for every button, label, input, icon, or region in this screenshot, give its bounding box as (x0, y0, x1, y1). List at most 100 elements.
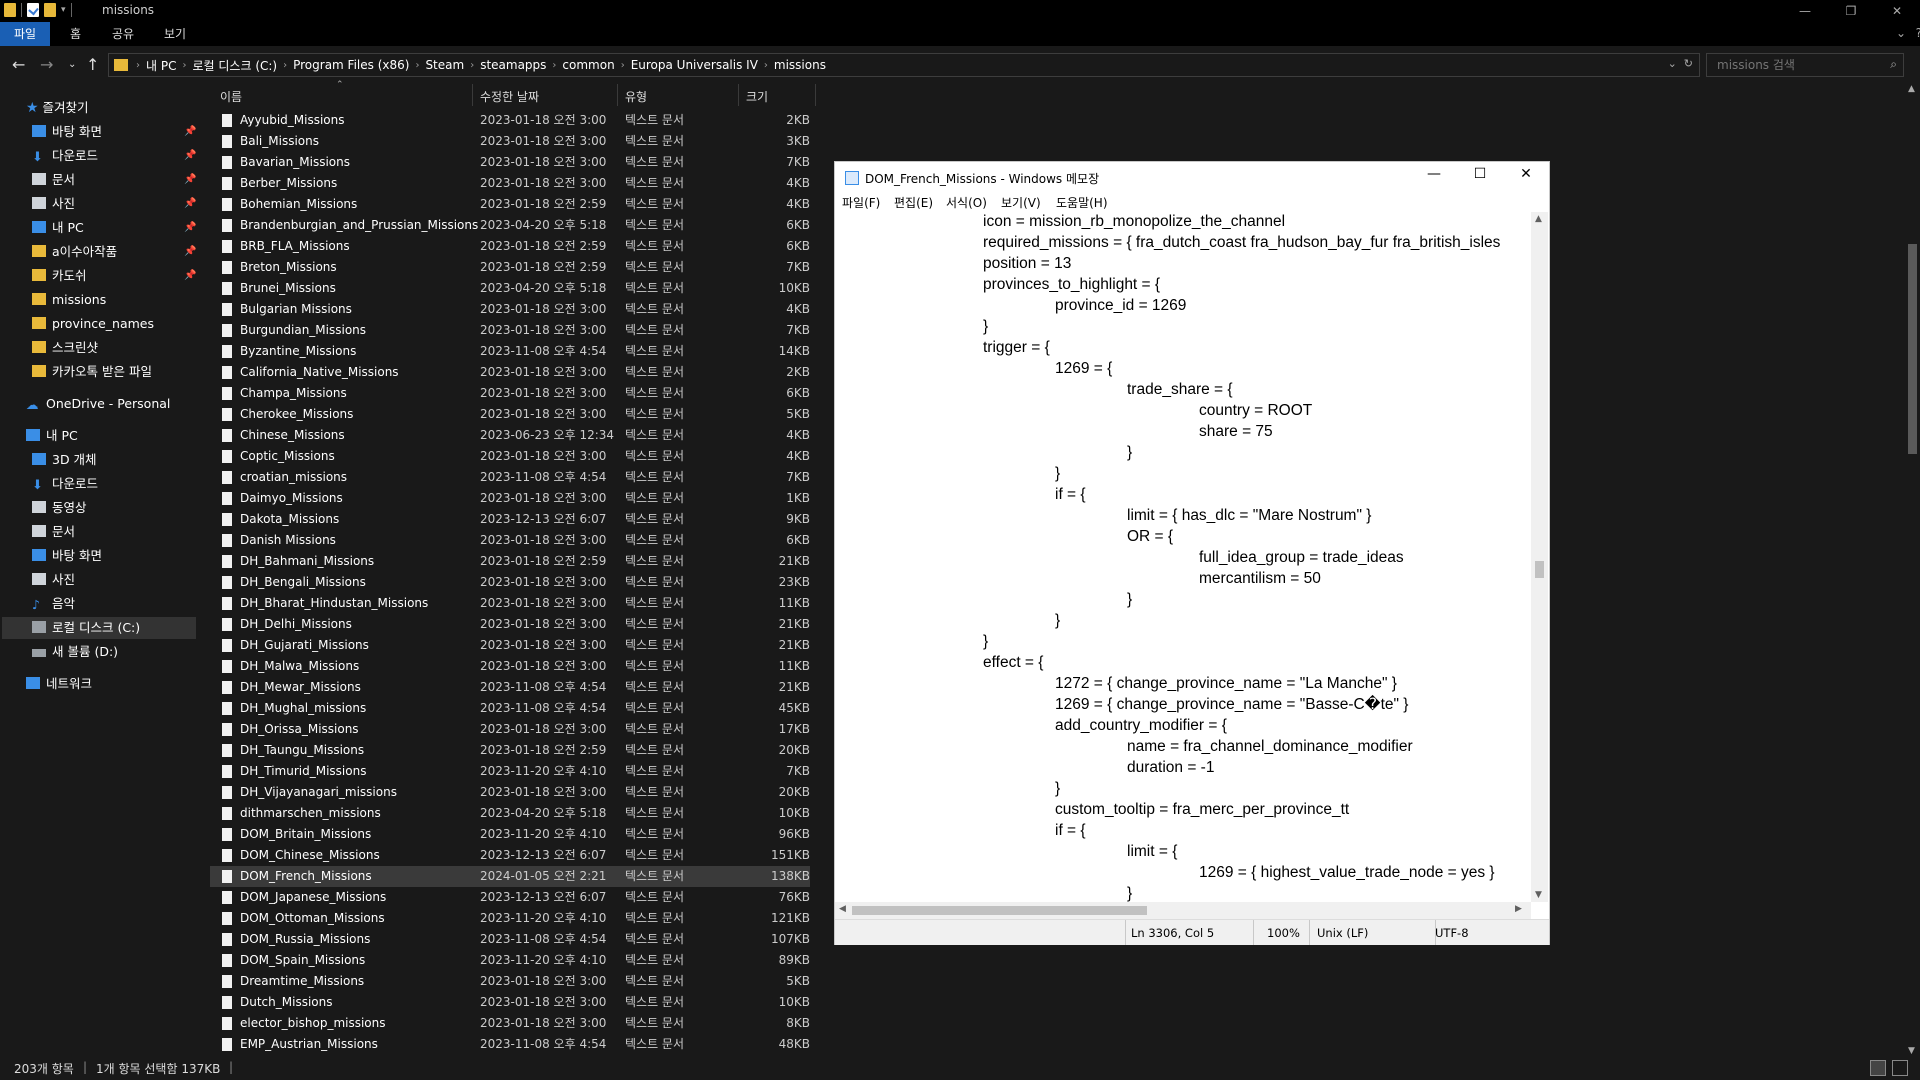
maximize-icon[interactable]: ☐ (1457, 166, 1503, 188)
menu-format[interactable]: 서식(O) (946, 194, 987, 211)
back-icon[interactable]: ← (12, 55, 25, 74)
file-row[interactable]: Chinese_Missions 2023-06-23 오후 12:34 텍스트 문… (210, 425, 810, 446)
sidebar-item-kakaotalk[interactable]: 카카오톡 받은 파일 (32, 361, 152, 383)
file-row[interactable]: Berber_Missions 2023-01-18 오전 3:00 텍스트 문서 4… (210, 173, 810, 194)
file-row[interactable]: California_Native_Missions 2023-01-18 오전 … (210, 362, 810, 383)
sidebar-item-documents[interactable]: 문서 📌 (32, 169, 196, 191)
sidebar-item-kadosh[interactable]: 카도쉬 📌 (32, 265, 196, 287)
file-row[interactable]: Bohemian_Missions 2023-01-18 오전 2:59 텍스트 문… (210, 194, 810, 215)
breadcrumb-this-pc[interactable]: 내 PC (142, 57, 180, 74)
file-row[interactable]: DH_Vijayanagari_missions 2023-01-18 오전 3:… (210, 782, 810, 803)
search-box[interactable]: ⌕ (1706, 53, 1904, 77)
file-row[interactable]: DH_Bharat_Hindustan_Missions 2023-01-18 오… (210, 593, 810, 614)
large-icons-view-icon[interactable] (1892, 1060, 1908, 1076)
breadcrumb-steam[interactable]: Steam (421, 58, 468, 72)
file-row[interactable]: Burgundian_Missions 2023-01-18 오전 3:00 텍스트… (210, 320, 810, 341)
file-row[interactable]: DOM_Chinese_Missions 2023-12-13 오전 6:07 텍스… (210, 845, 810, 866)
sidebar-item-this-pc-quick[interactable]: 내 PC 📌 (32, 217, 196, 239)
sidebar-item-province-names[interactable]: province_names (32, 313, 154, 335)
file-row[interactable]: DH_Mughal_missions 2023-11-08 오후 4:54 텍스트 … (210, 698, 810, 719)
file-row[interactable]: Dakota_Missions 2023-12-13 오전 6:07 텍스트 문서 9… (210, 509, 810, 530)
sidebar-item-videos[interactable]: 동영상 (32, 497, 87, 519)
breadcrumb-program-files[interactable]: Program Files (x86) (289, 58, 413, 72)
file-row[interactable]: Champa_Missions 2023-01-18 오전 3:00 텍스트 문서 6… (210, 383, 810, 404)
sidebar-item-3d-objects[interactable]: 3D 개체 (32, 449, 97, 471)
sidebar-item-new-volume[interactable]: 새 볼륨 (D:) (32, 641, 118, 663)
sidebar-item-pc-desktop[interactable]: 바탕 화면 (32, 545, 102, 567)
file-row[interactable]: DH_Delhi_Missions 2023-01-18 오전 3:00 텍스트 문… (210, 614, 810, 635)
breadcrumb-eu4[interactable]: Europa Universalis IV (627, 58, 762, 72)
address-bar[interactable]: › 내 PC › 로컬 디스크 (C:) › Program Files (x86)… (108, 53, 1700, 77)
recent-locations-icon[interactable]: ⌄ (68, 59, 76, 70)
help-icon[interactable]: ? (1916, 26, 1920, 40)
sidebar-item-missions[interactable]: missions (32, 289, 106, 311)
file-row[interactable]: DOM_Russia_Missions 2023-11-08 오후 4:54 텍스트… (210, 929, 810, 950)
file-row[interactable]: DH_Taungu_Missions 2023-01-18 오전 2:59 텍스트 … (210, 740, 810, 761)
file-row[interactable]: DOM_Japanese_Missions 2023-12-13 오전 6:07 텍… (210, 887, 810, 908)
tab-view[interactable]: 보기 (150, 22, 200, 46)
sidebar-item-pc-pictures[interactable]: 사진 (32, 569, 75, 591)
menu-file[interactable]: 파일(F) (842, 194, 880, 211)
sidebar-item-screenshots[interactable]: 스크린샷 (32, 337, 98, 359)
breadcrumb-missions[interactable]: missions (770, 58, 830, 72)
sidebar-onedrive[interactable]: ☁ OneDrive - Personal (26, 393, 170, 415)
file-row[interactable]: Daimyo_Missions 2023-01-18 오전 3:00 텍스트 문서 1… (210, 488, 810, 509)
file-row[interactable]: Brunei_Missions 2023-04-20 오후 5:18 텍스트 문서 1… (210, 278, 810, 299)
restore-icon[interactable]: ❐ (1828, 0, 1874, 22)
address-dropdown-icon[interactable]: ⌄ ↻ (1668, 57, 1693, 70)
scrollbar-thumb[interactable] (852, 906, 1147, 915)
minimize-icon[interactable]: — (1411, 166, 1457, 188)
file-row[interactable]: DH_Orissa_Missions 2023-01-18 오전 3:00 텍스트 … (210, 719, 810, 740)
close-icon[interactable]: ✕ (1874, 0, 1920, 22)
file-row[interactable]: Brandenburgian_and_Prussian_Missions 2023… (210, 215, 810, 236)
customize-toolbar-icon[interactable]: ▾ (61, 5, 66, 15)
file-row[interactable]: BRB_FLA_Missions 2023-01-18 오전 2:59 텍스트 문서… (210, 236, 810, 257)
sidebar-item-art[interactable]: a이수아작품 📌 (32, 241, 196, 263)
sidebar-item-pictures[interactable]: 사진 📌 (32, 193, 196, 215)
scroll-right-icon[interactable]: ▶ (1515, 904, 1522, 914)
menu-edit[interactable]: 편집(E) (894, 194, 933, 211)
file-row[interactable]: elector_bishop_missions 2023-01-18 오전 3:0… (210, 1013, 810, 1034)
file-row[interactable]: DH_Bahmani_Missions 2023-01-18 오전 2:59 텍스트… (210, 551, 810, 572)
file-row[interactable]: Bulgarian Missions 2023-01-18 오전 3:00 텍스트 … (210, 299, 810, 320)
file-row[interactable]: Dreamtime_Missions 2023-01-18 오전 3:00 텍스트 … (210, 971, 810, 992)
new-folder-icon[interactable] (44, 3, 56, 17)
properties-icon[interactable] (27, 3, 39, 17)
column-header-type[interactable]: 유형 (625, 88, 647, 105)
scroll-left-icon[interactable]: ◀ (839, 904, 846, 914)
menu-view[interactable]: 보기(V) (1001, 194, 1041, 211)
breadcrumb-local-disk[interactable]: 로컬 디스크 (C:) (188, 57, 281, 74)
file-list-scrollbar[interactable]: ▲ ▼ (1904, 84, 1920, 1056)
scroll-down-icon[interactable]: ▼ (1535, 890, 1542, 900)
details-view-icon[interactable] (1870, 1060, 1886, 1076)
column-header-name[interactable]: 이름 (220, 88, 242, 105)
file-row[interactable]: Breton_Missions 2023-01-18 오전 2:59 텍스트 문서 7… (210, 257, 810, 278)
sidebar-network[interactable]: 네트워크 (26, 673, 92, 695)
column-header-size[interactable]: 크기 (746, 88, 768, 105)
breadcrumb-common[interactable]: common (558, 58, 618, 72)
tab-file[interactable]: 파일 (0, 22, 51, 46)
sidebar-item-local-disk[interactable]: 로컬 디스크 (C:) (2, 617, 196, 639)
file-row[interactable]: dithmarschen_missions 2023-04-20 오후 5:18 텍… (210, 803, 810, 824)
scroll-up-icon[interactable]: ▲ (1535, 214, 1542, 224)
file-row[interactable]: Dutch_Missions 2023-01-18 오전 3:00 텍스트 문서 10… (210, 992, 810, 1013)
file-row[interactable]: DOM_Britain_Missions 2023-11-20 오후 4:10 텍스… (210, 824, 810, 845)
expand-ribbon-icon[interactable]: ⌄ (1896, 26, 1906, 40)
notepad-text-area[interactable]: icon = mission_rb_monopolize_the_channel… (835, 212, 1531, 902)
file-row[interactable]: DH_Malwa_Missions 2023-01-18 오전 3:00 텍스트 문… (210, 656, 810, 677)
sidebar-this-pc[interactable]: 내 PC (26, 425, 78, 447)
tab-home[interactable]: 홈 (56, 22, 95, 46)
menu-help[interactable]: 도움말(H) (1056, 194, 1108, 211)
file-row[interactable]: croatian_missions 2023-11-08 오후 4:54 텍스트 문… (210, 467, 810, 488)
file-row[interactable]: Danish Missions 2023-01-18 오전 3:00 텍스트 문서 6… (210, 530, 810, 551)
forward-icon[interactable]: → (40, 55, 53, 74)
tab-share[interactable]: 공유 (98, 22, 148, 46)
scroll-down-icon[interactable]: ▼ (1908, 1046, 1915, 1056)
sidebar-item-music[interactable]: ♪ 음악 (32, 593, 75, 615)
file-row[interactable]: DH_Bengali_Missions 2023-01-18 오전 3:00 텍스트… (210, 572, 810, 593)
close-icon[interactable]: ✕ (1503, 166, 1549, 188)
file-row[interactable]: Cherokee_Missions 2023-01-18 오전 3:00 텍스트 문… (210, 404, 810, 425)
sidebar-item-downloads[interactable]: ⬇ 다운로드 📌 (32, 145, 196, 167)
notepad-horizontal-scrollbar[interactable]: ◀ ▶ (835, 902, 1531, 919)
file-row[interactable]: Bali_Missions 2023-01-18 오전 3:00 텍스트 문서 3KB (210, 131, 810, 152)
